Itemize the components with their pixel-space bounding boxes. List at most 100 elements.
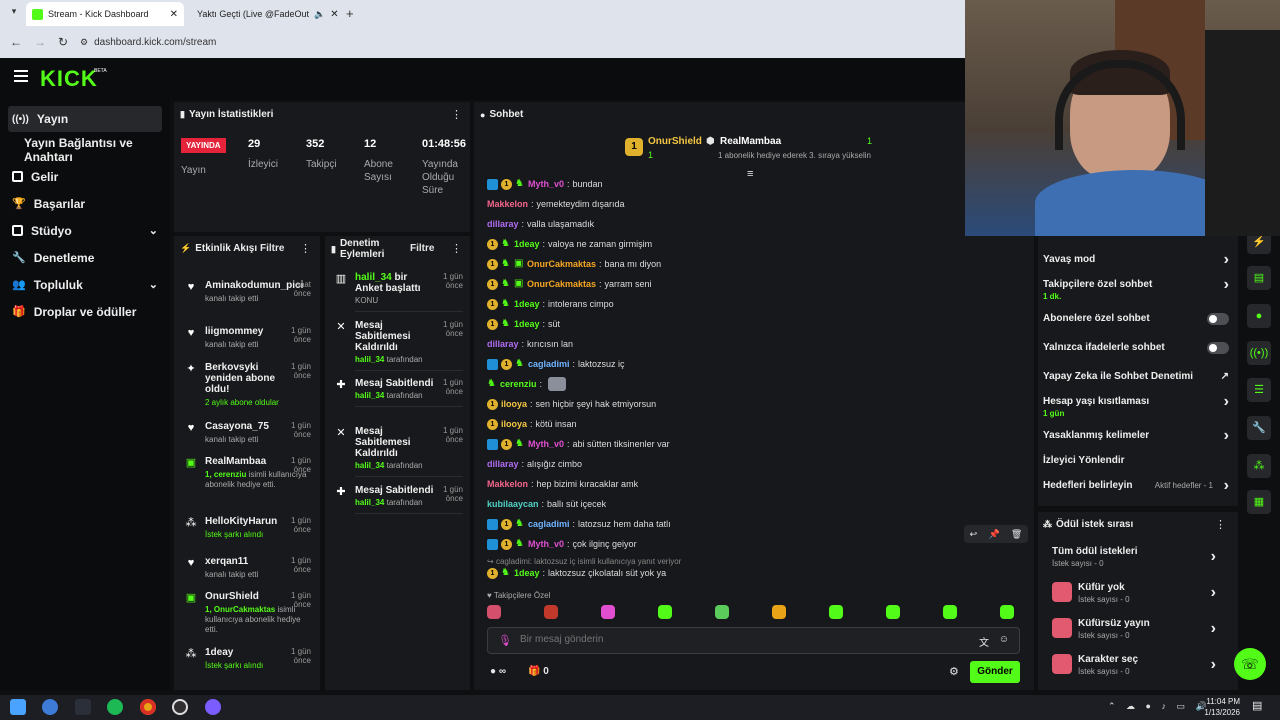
activity-filter-button[interactable]: Filtre — [260, 243, 284, 254]
chat-username[interactable]: ilooya — [501, 419, 527, 429]
chevron-right-icon[interactable]: › — [1224, 477, 1229, 495]
sidebar-item-studyo[interactable]: Stüdyo ⌄ — [0, 217, 170, 244]
sidebar-item-yayin[interactable]: ((•)) Yayın — [8, 106, 162, 132]
menu-icon[interactable] — [14, 70, 28, 82]
spotify-icon[interactable] — [107, 699, 123, 715]
chat-username[interactable]: Myth_v0 — [528, 179, 564, 189]
chat-username[interactable]: dillaray — [487, 459, 519, 469]
mod-menu-icon[interactable]: ⋮ — [451, 242, 462, 255]
activity-item[interactable]: ▣ RealMambaa 1 gün önce 1, cerenziu isimli … — [186, 456, 311, 490]
chat-username[interactable]: Makkelon — [487, 199, 528, 209]
chat-message[interactable]: kubilaaycan: ballı süt içecek — [487, 497, 606, 511]
emote-icon[interactable] — [601, 605, 615, 619]
emote-icon[interactable] — [487, 605, 501, 619]
app-icon[interactable] — [205, 699, 221, 715]
activity-item[interactable]: ♥ Casayona_75 1 gün önce kanalı takip etti — [188, 421, 311, 445]
url-text[interactable]: dashboard.kick.com/stream — [94, 37, 216, 48]
chat-username[interactable]: kubilaaycan — [487, 499, 539, 509]
mod-action-item[interactable]: ✕ Mesaj Sabitlemesi Kaldırıldı 1 gün önce h… — [336, 320, 463, 371]
pin-icon[interactable]: 📌 — [988, 529, 999, 540]
chat-settings-icon[interactable]: ⚙ — [949, 665, 959, 678]
chat-username[interactable]: cagladimi — [528, 519, 570, 529]
chat-message[interactable]: dillaray: alışığız cimbo — [487, 457, 582, 471]
activity-item[interactable]: ♥ liigmommey 1 gün önce kanalı takip etti — [188, 326, 311, 350]
external-link-icon[interactable]: ↗ — [1221, 371, 1229, 382]
collapse-icon[interactable]: ≡ — [747, 168, 753, 180]
emote-icon[interactable] — [1000, 605, 1014, 619]
reward-item[interactable]: Küfürsüz yayın İstek sayısı - 0 › — [1052, 618, 1222, 640]
reward-menu-icon[interactable]: ⋮ — [1215, 518, 1226, 531]
chat-username[interactable]: Myth_v0 — [528, 539, 564, 549]
chevron-right-icon[interactable]: › — [1211, 656, 1216, 674]
chrome-icon[interactable] — [140, 699, 156, 715]
activity-item[interactable]: ♥ Aminakodumun_pici saat önce kanalı takip … — [188, 280, 311, 304]
chat-message[interactable]: 1 ♞ Myth_v0: abi sütten tiksinenler var — [487, 437, 670, 451]
help-button[interactable]: ☏ — [1234, 648, 1266, 680]
activity-item[interactable]: ⁂ HelloKityHarun 1 gün önce İstek şarkı alı… — [186, 516, 312, 540]
sidebar-item-stream-key[interactable]: Yayın Bağlantısı ve Anahtarı — [0, 136, 170, 164]
obs-icon[interactable] — [172, 699, 188, 715]
toggle-switch[interactable] — [1207, 342, 1229, 354]
kick-logo[interactable]: KICK — [40, 66, 98, 92]
reward-item[interactable]: Tüm ödül istekleri İstek sayısı - 0 › — [1052, 546, 1222, 568]
message-input[interactable] — [520, 634, 940, 645]
sidebar-item-basarilar[interactable]: 🏆 Başarılar — [0, 190, 170, 217]
chat-username[interactable]: dillaray — [487, 339, 519, 349]
mod-filter-button[interactable]: Filtre — [410, 243, 434, 254]
rail-notes-icon[interactable]: ▤ — [1247, 266, 1271, 290]
notification-icon[interactable]: ▤ — [1252, 699, 1262, 712]
activity-item[interactable]: ♥ xerqan11 1 gün önce kanalı takip etti — [188, 556, 311, 580]
tab-list-button[interactable]: ▾ — [6, 6, 22, 22]
tray-icons[interactable]: ⌃ ☁ ● ♪ ▭ 🔊 — [1108, 701, 1211, 712]
forward-icon[interactable]: → — [34, 35, 46, 49]
chat-setting[interactable]: Takipçilere özel sohbet 1 dk. › — [1043, 276, 1229, 301]
chat-message[interactable]: 1 ♞ cagladimi: latozsuz hem daha tatlı — [487, 517, 671, 531]
sidebar-item-denetleme[interactable]: 🔧 Denetleme — [0, 244, 170, 271]
app-icon[interactable] — [42, 699, 58, 715]
emote-icon[interactable] — [658, 605, 672, 619]
chat-message[interactable]: dillaray: kırıcısın lan — [487, 337, 573, 351]
chat-message[interactable]: 1 ♞ cagladimi: laktozsuz iç — [487, 357, 625, 371]
reward-item[interactable]: Karakter seç İstek sayısı - 0 › — [1052, 654, 1222, 676]
reply-icon[interactable]: ↩ — [970, 529, 978, 540]
chat-message[interactable]: Makkelon: hep bizimi kıracaklar amk — [487, 477, 638, 491]
chevron-right-icon[interactable]: › — [1224, 393, 1229, 411]
emote-icon[interactable] — [544, 605, 558, 619]
chat-username[interactable]: cagladimi — [528, 359, 570, 369]
chat-setting[interactable]: Yasaklanmış kelimeler › — [1043, 427, 1229, 444]
back-icon[interactable]: ← — [10, 35, 22, 49]
chat-message[interactable]: ♞ cerenziu: — [487, 377, 567, 391]
translate-icon[interactable]: 文 — [979, 634, 989, 649]
stats-menu-icon[interactable]: ⋮ — [451, 108, 462, 121]
chat-input[interactable]: 🎙 文 ☺ — [487, 627, 1020, 654]
emote-icon[interactable] — [829, 605, 843, 619]
activity-menu-icon[interactable]: ⋮ — [300, 242, 311, 255]
sidebar-item-droplar[interactable]: 🎁 Droplar ve ödüller — [0, 298, 170, 325]
points-display[interactable]: ● ∞ 🎁 0 — [490, 666, 549, 677]
tab-kick-dashboard[interactable]: Stream - Kick Dashboard ✕ — [26, 2, 184, 26]
emote-icon[interactable] — [943, 605, 957, 619]
emote-icon[interactable] — [715, 605, 729, 619]
chat-username[interactable]: 1deay — [514, 299, 540, 309]
mod-action-item[interactable]: ✚ Mesaj Sabitlendi 1 gün önce halil_34 tara… — [336, 378, 463, 407]
reload-icon[interactable]: ↻ — [58, 35, 68, 49]
chat-message[interactable]: 1 ♞ 1deay: süt — [487, 317, 560, 331]
sidebar-item-topluluk[interactable]: 👥 Topluluk ⌄ — [0, 271, 170, 298]
rail-rewards-icon[interactable]: ⁂ — [1247, 454, 1271, 478]
delete-icon[interactable]: 🗑 — [1011, 529, 1022, 540]
chat-message[interactable]: 1 ♞ ▣ OnurCakmaktas: bana mı diyon — [487, 257, 661, 271]
emote-icon[interactable] — [772, 605, 786, 619]
chat-username[interactable]: cerenziu — [500, 379, 537, 389]
sidebar-item-gelir[interactable]: Gelir — [0, 163, 170, 190]
tab-music[interactable]: Yaktı Geçti (Live @FadeOut 🔈 ✕ — [186, 3, 342, 25]
emote-icon[interactable] — [886, 605, 900, 619]
rail-clapper-icon[interactable]: ▦ — [1247, 490, 1271, 514]
mod-action-item[interactable]: ▥ halil_34 bir Anket başlattı 1 gün önce KO… — [336, 272, 463, 312]
chat-username[interactable]: dillaray — [487, 219, 519, 229]
chat-message[interactable]: 1 ilooya: kötü insan — [487, 417, 577, 431]
chat-username[interactable]: Myth_v0 — [528, 439, 564, 449]
mod-action-item[interactable]: ✕ Mesaj Sabitlemesi Kaldırıldı 1 gün önce h… — [336, 426, 463, 477]
chevron-down-icon[interactable]: ⌄ — [149, 278, 158, 291]
chat-setting[interactable]: Hesap yaşı kısıtlaması 1 gün › — [1043, 393, 1229, 418]
chat-setting[interactable]: Hedefleri belirleyin Aktif hedefler - 1 › — [1043, 477, 1229, 494]
